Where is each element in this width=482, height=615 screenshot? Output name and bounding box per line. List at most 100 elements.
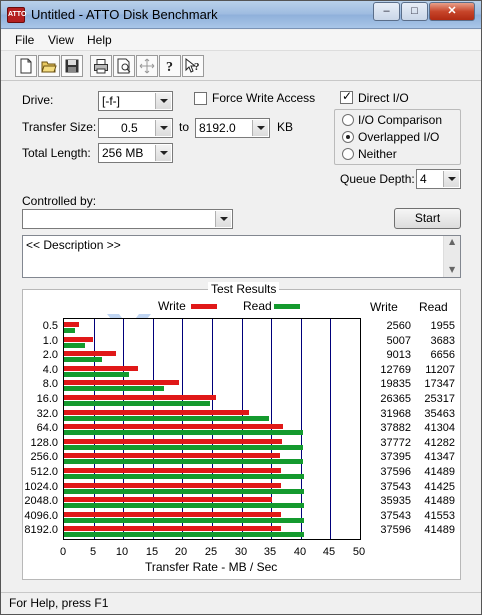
y-tick-label: 128.0: [30, 436, 58, 449]
force-write-checkbox[interactable]: [194, 92, 207, 105]
start-button[interactable]: Start: [394, 208, 461, 229]
write-bar: [64, 409, 249, 415]
queue-depth-value: 4: [420, 172, 427, 186]
overlapped-io-radio[interactable]: [342, 131, 354, 143]
write-bar: [64, 380, 179, 386]
help-icon[interactable]: ?: [159, 55, 181, 77]
read-value: 11207: [425, 363, 455, 376]
legend-read-label: Read: [243, 299, 272, 313]
controlled-by-label: Controlled by:: [22, 194, 97, 208]
description-box[interactable]: << Description >> ▲ ▼: [22, 235, 461, 278]
maximize-button[interactable]: □: [401, 2, 428, 21]
read-bar: [64, 415, 269, 421]
write-value: 37882: [380, 422, 411, 435]
read-value: 3683: [430, 334, 455, 347]
x-tick-label: 30: [234, 546, 248, 558]
read-bar: [64, 503, 304, 509]
chart-title: Test Results: [208, 282, 280, 296]
neither-radio[interactable]: [342, 148, 354, 160]
drive-select[interactable]: [-f-]: [98, 91, 173, 111]
write-value: 12769: [380, 363, 411, 376]
io-comparison-label: I/O Comparison: [358, 113, 443, 127]
chevron-down-icon[interactable]: [155, 145, 171, 161]
print-icon[interactable]: [90, 55, 112, 77]
write-bar: [64, 424, 283, 430]
open-folder-icon[interactable]: [38, 55, 60, 77]
menu-help[interactable]: Help: [87, 33, 112, 47]
x-tick-label: 15: [145, 546, 159, 558]
chevron-down-icon[interactable]: [443, 171, 459, 187]
context-help-icon[interactable]: ?: [182, 55, 204, 77]
test-results-panel: Test Results xtremehardware.com Write Re…: [22, 282, 461, 580]
title-bar[interactable]: ATTO Untitled - ATTO Disk Benchmark – □ …: [1, 1, 481, 29]
menu-view[interactable]: View: [48, 33, 74, 47]
x-tick-label: 40: [293, 546, 307, 558]
app-window: ATTO Untitled - ATTO Disk Benchmark – □ …: [0, 0, 482, 615]
read-value: 1955: [430, 320, 455, 332]
read-value: 41347: [424, 451, 455, 464]
legend-write-label: Write: [158, 299, 186, 313]
print-preview-icon[interactable]: [113, 55, 135, 77]
svg-text:?: ?: [194, 61, 200, 73]
direct-io-checkbox[interactable]: [340, 89, 353, 104]
menu-file[interactable]: File: [15, 33, 34, 47]
x-axis-label: Transfer Rate - MB / Sec: [145, 560, 278, 574]
x-tick-label: 25: [204, 546, 218, 558]
x-tick-label: 45: [322, 546, 336, 558]
close-button[interactable]: ✕: [429, 2, 475, 21]
save-disk-icon[interactable]: [61, 55, 83, 77]
read-bar: [64, 371, 129, 377]
neither-label: Neither: [358, 147, 397, 161]
read-value: 41489: [424, 466, 455, 478]
y-tick-label: 0.5: [42, 320, 58, 332]
write-bar: [64, 526, 281, 532]
chevron-down-icon[interactable]: [252, 120, 268, 136]
y-tick-label: 64.0: [36, 422, 58, 435]
minimize-button[interactable]: –: [373, 2, 400, 21]
write-value: 37772: [380, 436, 411, 449]
description-text: << Description >>: [26, 238, 121, 252]
new-document-icon[interactable]: [15, 55, 37, 77]
read-value: 41304: [424, 422, 455, 435]
write-bar: [64, 322, 79, 327]
chevron-down-icon[interactable]: [155, 93, 171, 109]
x-tick-label: 10: [115, 546, 129, 558]
queue-depth-select[interactable]: 4: [416, 169, 461, 189]
transfer-to-label: to: [179, 120, 190, 134]
read-bar: [64, 386, 164, 392]
controlled-by-select[interactable]: [22, 209, 233, 229]
write-bar: [64, 497, 272, 503]
transfer-to-select[interactable]: 8192.0: [195, 118, 270, 138]
write-bar: [64, 438, 282, 444]
chevron-down-icon[interactable]: [155, 120, 171, 136]
write-value: 37543: [380, 480, 411, 493]
y-tick-label: 1.0: [42, 334, 58, 347]
description-scrollbar[interactable]: ▲ ▼: [443, 236, 460, 277]
chevron-down-icon[interactable]: [215, 211, 231, 227]
scroll-down-icon[interactable]: ▼: [449, 265, 455, 274]
total-length-select[interactable]: 256 MB: [98, 143, 173, 163]
x-tick-label: 50: [352, 546, 366, 558]
drive-value: [-f-]: [102, 94, 120, 108]
y-tick-label: 2048.0: [24, 495, 58, 508]
toolbar: ? ?: [1, 52, 481, 81]
write-value: 37596: [380, 466, 411, 478]
move-icon[interactable]: [136, 55, 158, 77]
read-bar: [64, 430, 303, 436]
io-comparison-radio[interactable]: [342, 114, 354, 126]
write-bar: [64, 468, 281, 473]
scroll-up-icon[interactable]: ▲: [449, 237, 455, 246]
svg-text:?: ?: [166, 60, 173, 74]
overlapped-io-label: Overlapped I/O: [358, 130, 440, 144]
y-tick-label: 1024.0: [24, 480, 58, 493]
write-value: 2560: [386, 320, 411, 332]
transfer-from-select[interactable]: 0.5: [98, 118, 173, 138]
window-title: Untitled - ATTO Disk Benchmark: [31, 7, 218, 22]
write-value: 37596: [380, 524, 411, 537]
status-text: For Help, press F1: [9, 596, 109, 610]
write-bar: [64, 351, 116, 357]
read-value: 41489: [424, 524, 455, 537]
y-tick-label: 8192.0: [24, 524, 58, 537]
direct-io-label: Direct I/O: [358, 91, 409, 105]
read-value: 41425: [424, 480, 455, 493]
